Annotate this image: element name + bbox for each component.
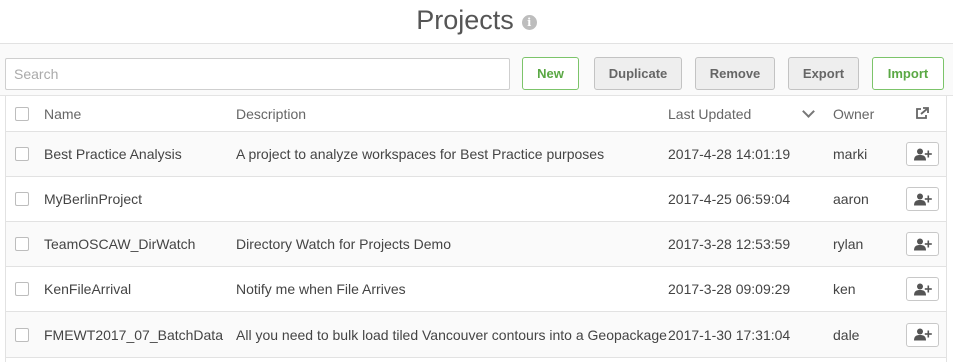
project-last-updated: 2017-3-28 12:53:59 bbox=[668, 236, 791, 252]
select-all-checkbox[interactable] bbox=[15, 106, 29, 121]
row-check-cell bbox=[15, 177, 29, 221]
project-last-updated: 2017-3-28 09:09:29 bbox=[668, 281, 791, 297]
info-icon[interactable]: i bbox=[521, 15, 537, 31]
project-description: Directory Watch for Projects Demo bbox=[236, 236, 451, 252]
duplicate-button[interactable]: Duplicate bbox=[594, 57, 682, 90]
share-button[interactable] bbox=[906, 277, 939, 301]
project-name[interactable]: FMEWT2017_07_BatchData bbox=[44, 312, 223, 357]
row-checkbox[interactable] bbox=[15, 147, 29, 161]
export-icon[interactable] bbox=[915, 107, 929, 120]
import-button[interactable]: Import bbox=[872, 57, 944, 90]
column-header-description[interactable]: Description bbox=[236, 96, 306, 131]
project-description: Notify me when File Arrives bbox=[236, 281, 406, 297]
search-input[interactable] bbox=[5, 58, 510, 90]
column-header-owner[interactable]: Owner bbox=[833, 96, 874, 131]
project-owner: aaron bbox=[833, 191, 869, 207]
toolbar: New Duplicate Remove Export Import bbox=[0, 44, 953, 96]
sort-cell bbox=[802, 96, 815, 131]
row-checkbox[interactable] bbox=[15, 192, 29, 206]
column-header-name[interactable]: Name bbox=[44, 96, 81, 131]
row-check-cell bbox=[15, 222, 29, 266]
add-user-icon bbox=[913, 238, 932, 250]
add-user-icon bbox=[913, 328, 932, 341]
share-button[interactable] bbox=[906, 232, 939, 256]
column-header-last-updated[interactable]: Last Updated bbox=[668, 96, 751, 131]
remove-button[interactable]: Remove bbox=[695, 57, 775, 90]
add-user-icon bbox=[913, 193, 932, 205]
share-button[interactable] bbox=[906, 187, 939, 211]
chevron-down-icon[interactable] bbox=[802, 104, 815, 118]
select-all-cell bbox=[15, 96, 29, 131]
add-user-icon bbox=[913, 283, 932, 295]
project-name[interactable]: TeamOSCAW_DirWatch bbox=[44, 222, 195, 266]
share-cell bbox=[906, 267, 939, 311]
row-check-cell bbox=[15, 132, 29, 176]
project-owner: dale bbox=[833, 326, 860, 343]
project-owner: marki bbox=[833, 146, 868, 162]
new-button[interactable]: New bbox=[522, 57, 579, 90]
table-row[interactable]: TeamOSCAW_DirWatch Directory Watch for P… bbox=[6, 222, 946, 267]
project-last-updated: 2017-1-30 17:31:04 bbox=[668, 326, 791, 343]
share-cell bbox=[906, 312, 939, 357]
project-last-updated: 2017-4-28 14:01:19 bbox=[668, 146, 791, 162]
page-title: Projects bbox=[416, 5, 514, 35]
project-last-updated: 2017-4-25 06:59:04 bbox=[668, 191, 791, 207]
row-checkbox[interactable] bbox=[15, 237, 29, 251]
page-header: Projects i bbox=[0, 0, 953, 44]
share-cell bbox=[906, 132, 939, 176]
project-owner: ken bbox=[833, 281, 856, 297]
project-name[interactable]: MyBerlinProject bbox=[44, 177, 142, 221]
export-cell bbox=[906, 96, 929, 131]
table-header: Name Description Last Updated Owner bbox=[6, 96, 946, 132]
table-row[interactable]: KenFileArrival Notify me when File Arriv… bbox=[6, 267, 946, 312]
project-description: All you need to bulk load tiled Vancouve… bbox=[236, 326, 667, 343]
row-check-cell bbox=[15, 312, 29, 357]
share-cell bbox=[906, 177, 939, 221]
projects-table: Name Description Last Updated Owner Best… bbox=[5, 96, 947, 362]
project-owner: rylan bbox=[833, 236, 864, 252]
row-check-cell bbox=[15, 267, 29, 311]
export-button[interactable]: Export bbox=[788, 57, 859, 90]
share-button[interactable] bbox=[906, 142, 939, 166]
share-cell bbox=[906, 222, 939, 266]
table-row[interactable]: MyBerlinProject 2017-4-25 06:59:04 aaron bbox=[6, 177, 946, 222]
add-user-icon bbox=[913, 148, 932, 160]
project-name[interactable]: KenFileArrival bbox=[44, 267, 131, 311]
share-button[interactable] bbox=[906, 322, 939, 347]
project-description: A project to analyze workspaces for Best… bbox=[236, 146, 605, 162]
table-row[interactable]: Best Practice Analysis A project to anal… bbox=[6, 132, 946, 177]
project-name[interactable]: Best Practice Analysis bbox=[44, 132, 182, 176]
row-checkbox[interactable] bbox=[15, 282, 29, 296]
row-checkbox[interactable] bbox=[15, 327, 29, 342]
table-row[interactable]: FMEWT2017_07_BatchData All you need to b… bbox=[6, 312, 946, 358]
